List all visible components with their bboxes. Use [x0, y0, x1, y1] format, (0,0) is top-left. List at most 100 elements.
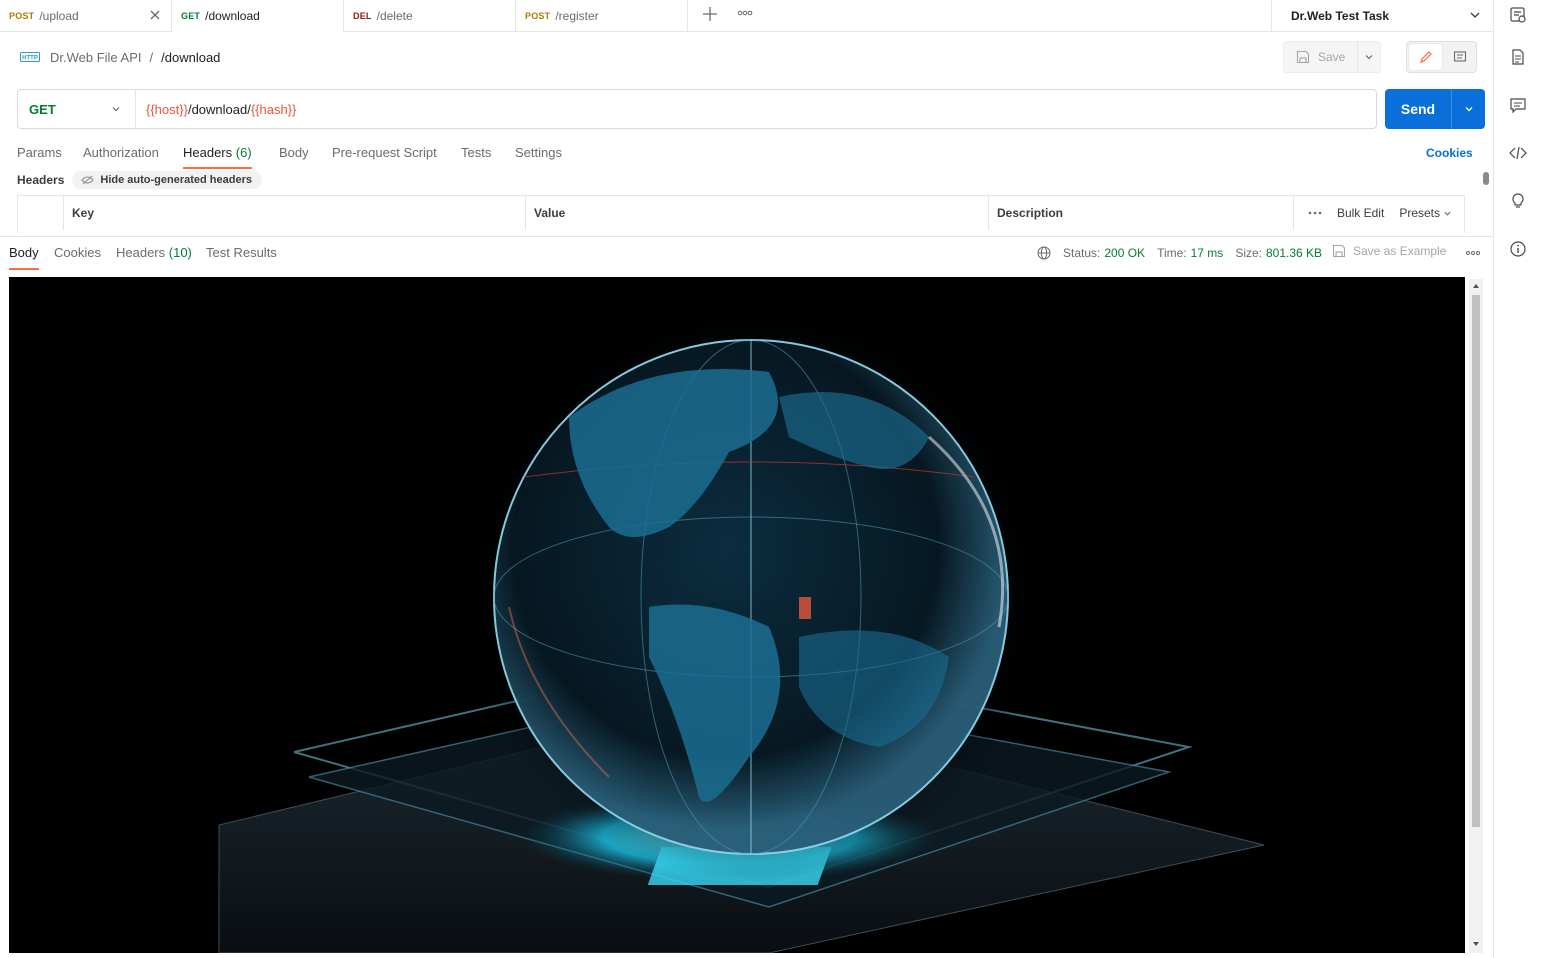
save-icon [1296, 50, 1310, 64]
chevron-down-icon [1444, 211, 1451, 216]
comment-icon [1453, 51, 1467, 62]
column-description: Description [989, 196, 1294, 230]
pencil-icon [1419, 51, 1432, 63]
environment-quick-look-icon[interactable] [1509, 6, 1527, 24]
headers-table: Key Value Description Bulk Edit Presets [17, 195, 1465, 233]
collection-name[interactable]: Dr.Web File API [50, 50, 142, 65]
column-key: Key [64, 196, 526, 230]
method-label: GET [29, 101, 56, 117]
tab-label: /upload [39, 9, 79, 23]
url-bar: GET {{host}}/download/{{hash}} [17, 89, 1377, 129]
comments-icon[interactable] [1509, 96, 1527, 114]
tab-authorization[interactable]: Authorization [83, 145, 159, 160]
edit-mode-button[interactable] [1409, 44, 1442, 70]
column-value: Value [526, 196, 989, 230]
tab-headers-label: Headers [183, 145, 233, 160]
more-horizontal-icon[interactable] [737, 9, 753, 17]
http-request-icon: HTTP [20, 52, 40, 62]
tab-headers[interactable]: Headers (6) [183, 145, 252, 169]
headers-count: (6) [235, 145, 252, 160]
response-body-image [9, 277, 1465, 953]
url-variable-hash: {{hash}} [250, 101, 297, 117]
tab-download[interactable]: GET /download [172, 0, 344, 33]
info-icon[interactable] [1509, 240, 1527, 258]
save-as-example-button[interactable]: Save as Example [1332, 244, 1446, 258]
method-badge: GET [181, 11, 201, 21]
method-badge: POST [525, 11, 551, 21]
bulk-edit-button[interactable]: Bulk Edit [1337, 206, 1384, 220]
hide-auto-headers-button[interactable]: Hide auto-generated headers [72, 171, 262, 189]
status-label: Status: [1063, 246, 1101, 260]
plus-icon[interactable] [700, 4, 720, 24]
environment-name: Dr.Web Test Task [1291, 9, 1390, 23]
chevron-down-icon [112, 107, 120, 112]
presets-label: Presets [1399, 206, 1440, 220]
response-image-scrollbar[interactable] [1469, 279, 1483, 953]
method-select[interactable]: GET [18, 90, 136, 128]
save-icon [1332, 244, 1346, 258]
response-divider[interactable] [0, 236, 1493, 237]
response-headers-count: (10) [168, 245, 192, 260]
send-label: Send [1385, 89, 1452, 129]
send-dropdown[interactable] [1452, 104, 1485, 114]
headers-title: Headers [17, 173, 65, 187]
tab-tests[interactable]: Tests [461, 145, 491, 160]
response-tab-headers[interactable]: Headers (10) [116, 245, 192, 260]
response-meta: Status: 200 OK Time: 17 ms Size: 801.36 … [1037, 245, 1334, 261]
documentation-icon[interactable] [1509, 48, 1527, 66]
url-variable-host: {{host}} [146, 101, 188, 117]
chevron-down-icon [1465, 107, 1472, 112]
checkbox-column [18, 196, 64, 230]
method-badge: POST [9, 11, 35, 21]
tab-body[interactable]: Body [279, 145, 309, 160]
save-label: Save [1318, 50, 1346, 64]
scroll-up-arrow-icon[interactable] [1472, 282, 1480, 290]
save-button[interactable]: Save [1283, 41, 1381, 73]
response-tab-test-results[interactable]: Test Results [206, 245, 277, 260]
globe-icon[interactable] [1037, 246, 1051, 260]
lightbulb-icon[interactable] [1509, 192, 1527, 210]
comment-mode-button[interactable] [1445, 44, 1475, 70]
request-pane-scrollbar[interactable] [1483, 172, 1489, 185]
right-sidebar [1493, 0, 1541, 958]
response-tab-cookies[interactable]: Cookies [54, 245, 101, 260]
request-tab-bar: POST /upload GET /download DEL /delete P… [0, 0, 1493, 33]
glowing-globe-image [9, 277, 1465, 953]
tab-register[interactable]: POST /register [516, 0, 688, 32]
send-button[interactable]: Send [1385, 89, 1485, 129]
scrollbar-thumb[interactable] [1472, 295, 1480, 827]
url-path: /download/ [187, 101, 251, 117]
eye-off-icon [81, 175, 95, 185]
response-headers-label: Headers [116, 245, 166, 260]
presets-dropdown[interactable]: Presets [1399, 206, 1452, 220]
tab-upload[interactable]: POST /upload [0, 0, 172, 32]
size-label: Size: [1235, 246, 1262, 260]
close-icon[interactable] [148, 8, 162, 22]
chevron-down-icon [1365, 55, 1373, 60]
tab-params[interactable]: Params [17, 145, 62, 160]
headers-toolbar: Headers Hide auto-generated headers [17, 170, 262, 190]
request-name[interactable]: /download [161, 50, 220, 65]
time-value[interactable]: 17 ms [1191, 246, 1224, 260]
code-icon[interactable] [1509, 144, 1527, 162]
tab-label: /download [205, 9, 260, 23]
save-as-example-label: Save as Example [1353, 244, 1447, 258]
chevron-down-icon [1470, 12, 1480, 18]
save-dropdown[interactable] [1358, 52, 1380, 62]
tab-prerequest-script[interactable]: Pre-request Script [332, 145, 437, 160]
breadcrumb: HTTP Dr.Web File API / /download [20, 46, 220, 68]
tab-delete[interactable]: DEL /delete [344, 0, 516, 32]
status-value[interactable]: 200 OK [1104, 246, 1145, 260]
tab-settings[interactable]: Settings [515, 145, 562, 160]
more-horizontal-icon[interactable] [1308, 210, 1322, 216]
more-horizontal-icon[interactable] [1466, 250, 1480, 256]
environment-selector[interactable]: Dr.Web Test Task [1271, 0, 1493, 32]
url-input[interactable]: {{host}}/download/{{hash}} [136, 102, 296, 117]
response-tab-body[interactable]: Body [9, 245, 39, 270]
view-mode-toggle [1406, 41, 1477, 73]
tab-label: /delete [376, 9, 413, 23]
size-value[interactable]: 801.36 KB [1266, 246, 1322, 260]
cookies-link[interactable]: Cookies [1426, 146, 1473, 160]
breadcrumb-separator: / [149, 49, 154, 65]
scroll-down-arrow-icon[interactable] [1472, 940, 1480, 948]
